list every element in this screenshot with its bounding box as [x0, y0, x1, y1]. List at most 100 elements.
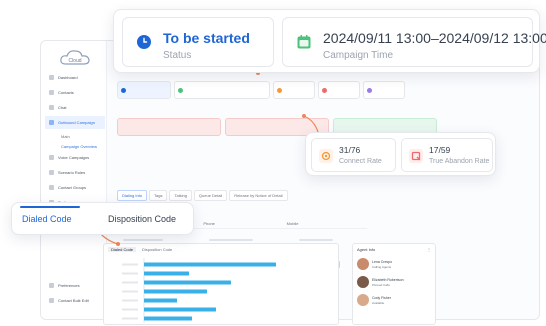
agent-panel-title: Agent Info	[357, 247, 376, 252]
contacts-icon	[49, 90, 54, 95]
chart-category-label	[122, 263, 138, 266]
campaign-icon	[49, 120, 54, 125]
summary-card	[174, 81, 270, 99]
sidebar-item-contacts[interactable]: Contacts	[45, 86, 105, 99]
rate-summary-card	[117, 118, 221, 136]
summary-card	[273, 81, 315, 99]
status-value: To be started	[163, 30, 250, 46]
logo-text: Cloud	[68, 58, 81, 64]
campaign-time-value: 2024/09/11 13:00–2024/09/12 13:00	[323, 30, 546, 46]
voice-icon	[49, 155, 54, 160]
clock-icon	[137, 35, 151, 49]
sidebar: Cloud Dashboard Contacts Chat Outbound C…	[41, 41, 107, 319]
summary-card	[363, 81, 405, 99]
tab-tags[interactable]: Tags	[149, 190, 168, 201]
agent-name: Lena Crespo	[372, 259, 393, 264]
sidebar-item-dashboard[interactable]: Dashboard	[45, 71, 105, 84]
code-tabs-callout: Dialed Code Disposition Code	[11, 202, 194, 235]
sidebar-item-label: Contact Bulk Edit	[58, 298, 89, 303]
rates-callout: 31/76 Connect Rate 17/59 True Abandon Ra…	[305, 132, 496, 176]
chat-icon	[49, 105, 54, 110]
chart-tabs: Dialed Code Disposition Code	[108, 247, 172, 252]
avatar	[357, 276, 369, 288]
chart-category-label	[122, 290, 138, 293]
connect-rate-card: 31/76 Connect Rate	[311, 138, 396, 172]
chart-bar[interactable]	[144, 271, 189, 276]
sidebar-item-label: Chat	[58, 105, 67, 110]
chart-category-label	[122, 317, 138, 320]
phone-icon	[277, 87, 282, 93]
chart-category-label	[122, 272, 138, 275]
avatar	[357, 294, 369, 306]
table-row	[299, 239, 333, 241]
agent-row[interactable]: Cody Fisher Available	[353, 291, 435, 309]
column-header-mobile[interactable]: Mobile	[284, 221, 367, 228]
calendar-icon	[297, 35, 311, 49]
sidebar-item-scenario-rules[interactable]: Scenario Rules	[45, 166, 105, 179]
chart-bar[interactable]	[144, 262, 276, 267]
chart-tab-dialed-code[interactable]: Dialed Code	[108, 247, 137, 252]
tab-dialed-code[interactable]: Dialed Code	[22, 214, 72, 224]
agent-tag: Calling Agents	[372, 264, 392, 269]
sidebar-bottom-nav: Preferences Contact Bulk Edit	[45, 279, 105, 309]
dialed-code-bar-chart	[122, 258, 276, 323]
summary-card	[318, 81, 360, 99]
chart-bar[interactable]	[144, 316, 192, 321]
agent-name: Cody Fisher	[372, 295, 391, 300]
abandon-icon	[409, 149, 423, 163]
sidebar-item-chat[interactable]: Chat	[45, 101, 105, 114]
chart-category-label	[122, 281, 138, 284]
tab-disposition-code[interactable]: Disposition Code	[108, 214, 176, 224]
chart-bar[interactable]	[144, 307, 216, 312]
settings-icon	[49, 283, 54, 288]
agent-tag: Available	[372, 300, 385, 305]
tab-release-detail[interactable]: Release by Notice of Detail	[229, 190, 288, 201]
campaign-time-label: Campaign Time	[323, 50, 394, 61]
chart-bar[interactable]	[144, 298, 177, 303]
agent-row[interactable]: Elizabeth Robertson Phoned Calls	[353, 273, 435, 291]
tab-talking[interactable]: Talking	[169, 190, 192, 201]
sidebar-item-preferences-bottom[interactable]: Preferences	[45, 279, 105, 292]
agent-icon	[367, 87, 372, 93]
summary-card	[117, 81, 171, 99]
sidebar-nav: Dashboard Contacts Chat Outbound Campaig…	[45, 71, 105, 211]
chart-bar[interactable]	[144, 289, 207, 294]
agent-row[interactable]: Lena Crespo Calling Agents	[353, 255, 435, 273]
abandon-rate-value: 17/59	[429, 145, 451, 155]
tab-queue-detail[interactable]: Queue Detail	[193, 190, 228, 201]
sidebar-item-contact-groups[interactable]: Contact Groups	[45, 181, 105, 194]
sidebar-item-label: Voice Campaigns	[58, 155, 90, 160]
sidebar-subitem-main[interactable]: Main	[45, 131, 105, 141]
abandon-rate-card: 17/59 True Abandon Rate	[401, 138, 493, 172]
groups-icon	[49, 185, 54, 190]
agent-panel-header: Agent Info ⋮	[353, 244, 435, 255]
agent-details: Elizabeth Robertson Phoned Calls	[372, 278, 404, 287]
detail-filter-tabs: Dialing Info Tags Talking Queue Detail R…	[117, 190, 288, 201]
table-row	[209, 239, 253, 241]
chart-bar[interactable]	[144, 280, 231, 285]
sidebar-item-label: Outbound Campaign	[58, 120, 95, 125]
status-label: Status	[163, 50, 192, 61]
dashboard-icon	[49, 75, 54, 80]
cloud-logo-icon: Cloud	[60, 50, 90, 65]
active-tab-indicator	[20, 206, 80, 208]
agent-details: Cody Fisher Available	[372, 296, 391, 305]
campaign-time-card: 2024/09/11 13:00–2024/09/12 13:00 Campai…	[282, 17, 546, 67]
campaign-info-callout: To be started Status 2024/09/11 13:00–20…	[113, 9, 546, 73]
chart-tab-disposition-code[interactable]: Disposition Code	[142, 247, 172, 252]
campaign-summary-row	[117, 81, 405, 99]
sidebar-item-voice-campaigns[interactable]: Voice Campaigns	[45, 151, 105, 164]
sidebar-item-contact-bulk-edit[interactable]: Contact Bulk Edit	[45, 294, 105, 307]
sidebar-subitem-campaign-overview[interactable]: Campaign Overview	[45, 141, 105, 151]
abandon-rate-label: True Abandon Rate	[429, 158, 490, 165]
column-header-phone[interactable]: Phone	[200, 221, 283, 228]
tab-dialing-info[interactable]: Dialing Info	[117, 190, 148, 201]
calendar-icon	[178, 87, 183, 93]
status-card: To be started Status	[122, 17, 274, 67]
sidebar-item-outbound-campaign[interactable]: Outbound Campaign	[45, 116, 105, 129]
chart-category-label	[122, 299, 138, 302]
more-icon[interactable]: ⋮	[427, 247, 431, 252]
connect-rate-value: 31/76	[339, 145, 361, 155]
agent-info-panel: Agent Info ⋮ Lena Crespo Calling Agents …	[352, 243, 436, 325]
table-row	[123, 239, 163, 241]
